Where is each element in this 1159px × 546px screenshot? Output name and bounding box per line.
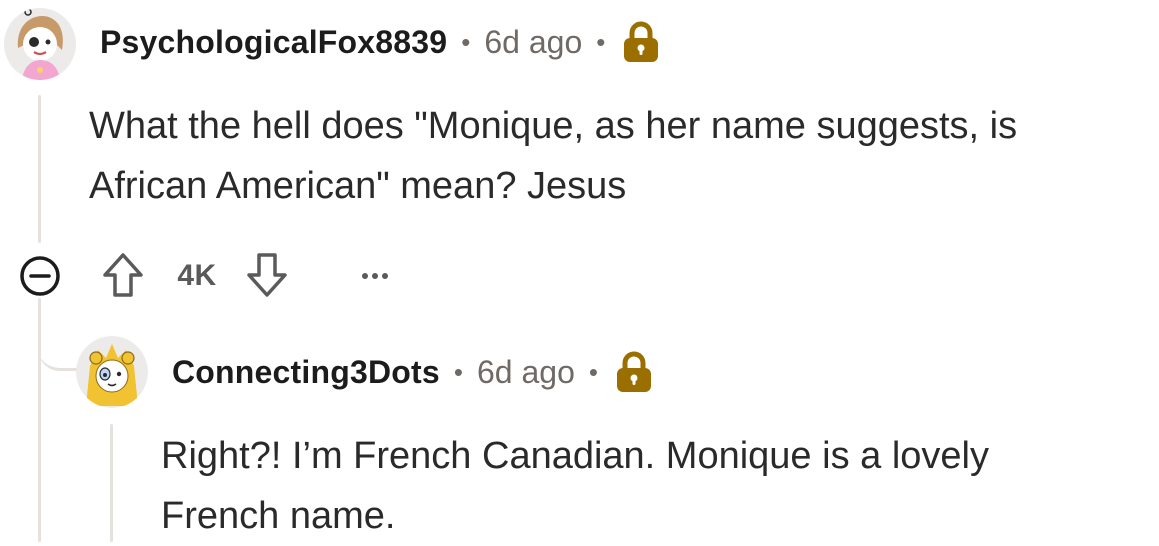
downvote-arrow-icon: [247, 253, 287, 297]
downvote-button[interactable]: [244, 250, 290, 300]
separator-dot: •: [588, 356, 598, 387]
collapse-button[interactable]: [18, 254, 62, 298]
timestamp[interactable]: 6d ago: [477, 354, 575, 391]
lock-icon: [616, 351, 651, 392]
upvote-button[interactable]: [100, 250, 146, 300]
avatar[interactable]: [76, 336, 148, 408]
thread-line-top: [38, 95, 41, 243]
comment-header: PsychologicalFox8839 • 6d ago •: [100, 18, 661, 66]
comment-header: Connecting3Dots • 6d ago •: [172, 348, 654, 396]
separator-dot: •: [596, 26, 606, 57]
timestamp[interactable]: 6d ago: [484, 24, 582, 61]
upvote-arrow-icon: [103, 253, 143, 297]
separator-dot: •: [453, 356, 463, 387]
thread-elbow: [38, 312, 78, 371]
separator-dot: •: [461, 26, 471, 57]
user-avatar-icon: [76, 336, 148, 408]
comment-line: French name.: [161, 495, 396, 537]
comment-body: Right?! I’m French Canadian. Monique is …: [161, 426, 989, 546]
more-options-icon: [362, 273, 388, 279]
user-avatar-icon: [4, 8, 76, 80]
comment-line: African American" mean? Jesus: [89, 165, 627, 207]
lock-icon: [624, 21, 659, 62]
avatar[interactable]: [4, 8, 76, 80]
username[interactable]: PsychologicalFox8839: [100, 24, 447, 61]
more-options-button[interactable]: [352, 254, 398, 298]
score-label: 4K: [177, 259, 217, 292]
comment-line: Right?! I’m French Canadian. Monique is …: [161, 435, 989, 477]
username[interactable]: Connecting3Dots: [172, 354, 440, 391]
comment-line: What the hell does "Monique, as her name…: [89, 105, 1018, 147]
comment-body: What the hell does "Monique, as her name…: [89, 96, 1017, 216]
thread-line-reply: [110, 424, 113, 542]
vote-score: 4K: [164, 254, 230, 298]
collapse-icon: [20, 256, 60, 296]
